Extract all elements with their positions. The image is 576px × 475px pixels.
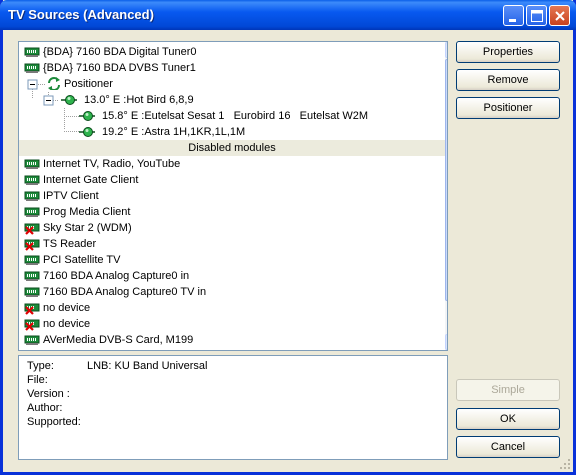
tree-item-label: 7160 BDA Analog Capture0 in [43,270,190,282]
tree-item[interactable]: Prog Media Client [21,204,441,220]
tree-item[interactable]: {BDA} 7160 BDA Digital Tuner0 [21,44,441,60]
satellite-icon [79,127,95,137]
tree-item[interactable]: AVerMedia DVB-S Card, M199 [21,332,441,348]
tuner-card-icon [24,63,40,73]
tree-item-label: no device [43,302,91,314]
tuner-card-error-icon [24,239,40,251]
scroll-down-button[interactable] [445,334,448,350]
minimize-button[interactable] [503,5,524,26]
tree-item[interactable]: no device [21,300,441,316]
tree-item-satellite-selected[interactable]: 13.0° E :Hot Bird 6,8,9 [59,92,219,108]
tree-scrollbar[interactable] [445,42,448,350]
info-author-key: Author: [27,402,63,414]
title-bar[interactable]: TV Sources (Advanced) [0,0,576,30]
tuner-card-icon [24,191,40,201]
tuner-card-icon [24,255,40,265]
tuner-card-icon [24,175,40,185]
tree-item-label: Prog Media Client [43,206,131,218]
cancel-button[interactable]: Cancel [456,436,560,458]
tree-item-positioner[interactable]: Positioner [41,76,341,92]
sources-tree[interactable]: {BDA} 7160 BDA Digital Tuner0 {BDA} 7160… [18,41,448,351]
simple-button[interactable]: Simple [456,379,560,401]
tree-item[interactable]: no device [21,316,441,332]
tree-item-label: Sky Star 2 (WDM) [43,222,132,234]
chevron-down-icon [446,335,448,349]
minimize-icon [509,19,516,22]
tree-item-label: Internet Gate Client [43,174,139,186]
tuner-card-icon [24,271,40,281]
tree-item[interactable]: TS Reader [21,236,441,252]
info-file-key: File: [27,374,48,386]
tree-item-label: 13.0° E :Hot Bird 6,8,9 [84,94,194,106]
positioner-button[interactable]: Positioner [456,97,560,119]
tree-item-label: 15.8° E :Eutelsat Sesat 1 Eurobird 16 Eu… [102,110,369,122]
tuner-card-error-icon [24,303,40,315]
tree-item-label: 19.2° E :Astra 1H,1KR,1L,1M [102,126,246,138]
tree-item-label: TS Reader [43,238,97,250]
tree-item-satellite[interactable]: 19.2° E :Astra 1H,1KR,1L,1M [77,124,377,140]
tree-item[interactable]: 7160 BDA Analog Capture0 TV in [21,284,441,300]
tv-sources-window: TV Sources (Advanced) {BDA} 7160 BDA Dig… [0,0,576,475]
info-type-value: LNB: KU Band Universal [87,360,208,372]
satellite-icon [79,111,95,121]
close-icon [555,11,565,21]
disabled-modules-label: Disabled modules [188,142,276,154]
positioner-icon [48,77,60,90]
tree-item[interactable]: Internet Gate Client [21,172,441,188]
disabled-modules-header: Disabled modules [19,140,445,156]
ok-button[interactable]: OK [456,408,560,430]
tuner-card-icon [24,47,40,57]
close-button[interactable] [549,5,570,26]
tree-item-label: {BDA} 7160 BDA Digital Tuner0 [43,46,197,58]
tree-item[interactable]: IPTV Client [21,188,441,204]
tree-item-label: AVerMedia DVB-S Card, M199 [43,334,194,346]
tree-item[interactable]: Internet TV, Radio, YouTube [21,156,441,172]
tree-item-label: {BDA} 7160 BDA DVBS Tuner1 [43,62,196,74]
tree-item[interactable]: PCI Satellite TV [21,252,441,268]
tuner-card-icon [24,335,40,345]
tuner-card-icon [24,207,40,217]
tree-item-label: PCI Satellite TV [43,254,121,266]
module-info-panel: Type: LNB: KU Band Universal File: Versi… [18,355,448,460]
maximize-button[interactable] [526,5,547,26]
tuner-card-icon [24,287,40,297]
scroll-thumb[interactable] [445,59,448,301]
remove-button[interactable]: Remove [456,69,560,91]
tree-item-label: IPTV Client [43,190,99,202]
scroll-up-button[interactable] [445,42,448,58]
tree-item[interactable]: {BDA} 7160 BDA DVBS Tuner1 [21,60,441,76]
tree-item-label: Internet TV, Radio, YouTube [43,158,181,170]
properties-button[interactable]: Properties [456,41,560,63]
info-type-key: Type: [27,360,54,372]
info-version-key: Version : [27,388,70,400]
window-title: TV Sources (Advanced) [8,7,154,22]
maximize-icon [531,10,543,22]
tree-item[interactable]: Sky Star 2 (WDM) [21,220,441,236]
tree-item-label: Positioner [64,78,113,90]
tuner-card-icon [24,159,40,169]
tuner-card-error-icon [24,223,40,235]
resize-grip-icon[interactable] [559,458,571,470]
tree-item[interactable]: 7160 BDA Analog Capture0 in [21,268,441,284]
tree-item-label: no device [43,318,91,330]
tree-item-satellite[interactable]: 15.8° E :Eutelsat Sesat 1 Eurobird 16 Eu… [77,108,437,124]
chevron-up-icon [446,43,448,57]
tuner-card-error-icon [24,319,40,331]
satellite-icon [61,95,77,105]
info-supported-key: Supported: [27,416,81,428]
grip-icon [446,60,448,300]
tree-item-label: 7160 BDA Analog Capture0 TV in [43,286,207,298]
